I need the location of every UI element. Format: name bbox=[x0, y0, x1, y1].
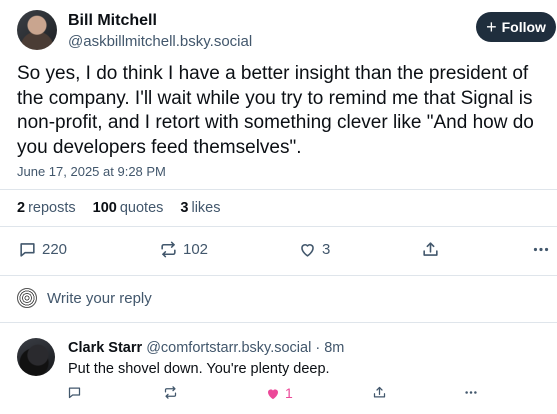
plus-icon: + bbox=[486, 17, 497, 37]
reply-reply-button[interactable] bbox=[67, 385, 82, 400]
repost-count: 102 bbox=[183, 241, 209, 258]
reply-header: Clark Starr @comfortstarr.bsky.social · … bbox=[68, 340, 344, 356]
ellipsis-icon bbox=[533, 247, 549, 252]
reply-author-avatar[interactable] bbox=[17, 338, 55, 376]
reply-repost-button[interactable] bbox=[163, 385, 178, 400]
more-options-button[interactable] bbox=[531, 240, 551, 259]
reply-like-button[interactable]: 1 bbox=[265, 385, 293, 401]
heart-icon bbox=[301, 244, 314, 257]
share-button[interactable] bbox=[421, 240, 440, 259]
reply-placeholder: Write your reply bbox=[47, 289, 152, 307]
repost-icon bbox=[161, 241, 176, 258]
post-text: So yes, I do think I have a better insig… bbox=[17, 63, 534, 158]
reply-separator: · bbox=[315, 340, 321, 356]
reply-author-handle[interactable]: @comfortstarr.bsky.social bbox=[146, 340, 311, 356]
divider bbox=[0, 226, 557, 227]
ellipsis-icon bbox=[465, 391, 477, 394]
follow-label: Follow bbox=[501, 19, 546, 35]
reply-more-options-button[interactable] bbox=[463, 385, 479, 400]
repost-button[interactable]: 102 bbox=[159, 240, 208, 259]
share-icon bbox=[373, 386, 386, 398]
reply-count: 220 bbox=[42, 241, 68, 258]
post-timestamp[interactable]: June 17, 2025 at 9:28 PM bbox=[17, 164, 166, 179]
reposts-label: reposts bbox=[28, 200, 76, 216]
reply-icon bbox=[20, 243, 35, 257]
reply-button[interactable]: 220 bbox=[18, 240, 67, 259]
like-button[interactable]: 3 bbox=[298, 240, 330, 259]
quotes-stat[interactable]: 100 quotes bbox=[93, 200, 164, 216]
like-count: 3 bbox=[322, 241, 331, 258]
quotes-label: quotes bbox=[119, 200, 164, 216]
reply-share-button[interactable] bbox=[372, 385, 387, 400]
reply-like-count: 1 bbox=[285, 385, 293, 401]
divider bbox=[0, 322, 557, 323]
heart-filled-icon bbox=[268, 388, 278, 399]
author-handle[interactable]: @askbillmitchell.bsky.social bbox=[68, 33, 252, 50]
current-user-avatar bbox=[17, 288, 37, 308]
follow-button[interactable]: + Follow bbox=[476, 12, 556, 42]
reposts-stat[interactable]: 2 reposts bbox=[17, 200, 76, 216]
quotes-count: 100 bbox=[92, 200, 117, 216]
divider bbox=[0, 189, 557, 190]
reply-author-name[interactable]: Clark Starr bbox=[68, 340, 142, 356]
likes-stat[interactable]: 3 likes bbox=[180, 200, 220, 216]
likes-count: 3 bbox=[180, 200, 189, 216]
reply-time[interactable]: 8m bbox=[324, 340, 344, 356]
reply-icon bbox=[68, 387, 81, 399]
repost-icon bbox=[164, 386, 177, 399]
author-avatar[interactable] bbox=[17, 10, 57, 50]
post-actions: 220 102 3 bbox=[0, 236, 557, 264]
divider bbox=[0, 275, 557, 276]
likes-label: likes bbox=[191, 200, 221, 216]
reply-composer[interactable]: Write your reply bbox=[17, 288, 152, 308]
share-icon bbox=[423, 242, 438, 256]
reply-text: Put the shovel down. You're plenty deep. bbox=[68, 361, 330, 377]
post-stats: 2 reposts 100 quotes 3 likes bbox=[17, 200, 220, 216]
author-name[interactable]: Bill Mitchell bbox=[68, 12, 157, 30]
reposts-count: 2 bbox=[17, 200, 26, 216]
reply-actions: 1 bbox=[0, 385, 557, 405]
